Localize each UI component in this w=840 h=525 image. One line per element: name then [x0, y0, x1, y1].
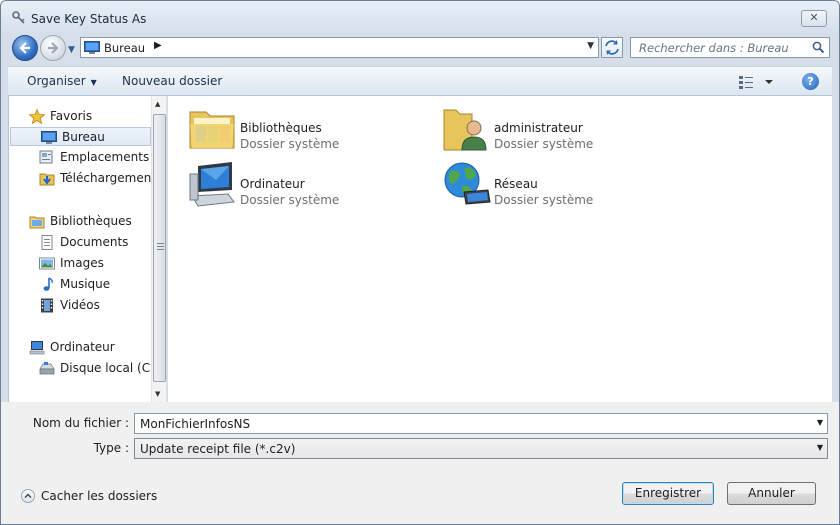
search-placeholder: Rechercher dans : Bureau — [639, 41, 789, 55]
search-icon[interactable] — [812, 41, 825, 54]
file-item-type: Dossier système — [240, 193, 340, 207]
organize-menu-button[interactable]: Organiser ▼ — [27, 74, 97, 88]
save-button[interactable]: Enregistrer — [622, 482, 714, 505]
file-item-name: administrateur — [494, 121, 583, 135]
sidebar-group-libraries[interactable]: Bibliothèques — [9, 212, 151, 231]
sidebar-item-label: Bureau — [62, 130, 105, 144]
save-form-panel: Nom du fichier : MonFichierInfosNS ▼ Typ… — [1, 402, 839, 524]
file-item-administrator[interactable]: administrateur Dossier système — [442, 104, 682, 154]
star-icon — [29, 109, 45, 124]
close-icon: ✕ — [809, 11, 819, 24]
recent-places-icon — [39, 150, 53, 164]
sidebar-item-pictures[interactable]: Images — [9, 254, 151, 273]
refresh-icon — [605, 40, 619, 55]
caret-down-icon: ▼ — [90, 78, 97, 87]
computer-icon — [29, 341, 45, 355]
libraries-icon — [29, 216, 45, 229]
videos-icon — [41, 298, 53, 313]
sidebar-item-videos[interactable]: Vidéos — [9, 296, 151, 315]
help-button[interactable]: ? — [802, 73, 819, 90]
breadcrumb-chevron-icon[interactable]: ▶ — [154, 40, 162, 51]
file-item-name: Ordinateur — [240, 177, 305, 191]
sidebar-item-label: Téléchargements — [60, 171, 151, 185]
sidebar-item-local-disk[interactable]: Disque local (C:) — [9, 359, 151, 378]
sidebar-item-recent-places[interactable]: Emplacements récents — [9, 148, 151, 167]
back-button[interactable] — [12, 35, 38, 61]
app-key-icon — [12, 11, 25, 24]
sidebar-group-label: Bibliothèques — [50, 214, 132, 228]
sidebar-item-label: Disque local (C:) — [60, 361, 151, 375]
title-bar: Save Key Status As ✕ — [1, 1, 839, 33]
pictures-icon — [39, 257, 55, 270]
sidebar-item-label: Musique — [60, 277, 111, 291]
file-item-network[interactable]: Réseau Dossier système — [442, 160, 682, 210]
scroll-down-arrow-icon[interactable]: ▼ — [155, 390, 160, 398]
computer-icon — [189, 162, 235, 207]
file-type-select[interactable]: Update receipt file (*.c2v) ▼ — [134, 438, 828, 459]
new-folder-button[interactable]: Nouveau dossier — [122, 74, 222, 88]
file-list-pane[interactable]: Bibliothèques Dossier système administra… — [167, 96, 832, 402]
sidebar-item-downloads[interactable]: Téléchargements — [9, 169, 151, 188]
sidebar-item-label: Images — [60, 256, 104, 270]
libraries-folder-icon — [189, 111, 235, 149]
desktop-icon — [84, 41, 100, 54]
file-item-name: Bibliothèques — [240, 121, 322, 135]
arrow-right-icon — [48, 42, 59, 54]
file-item-type: Dossier système — [494, 137, 594, 151]
file-item-name: Réseau — [494, 177, 538, 191]
filename-dropdown-icon[interactable]: ▼ — [817, 418, 823, 427]
local-disk-icon — [39, 362, 55, 375]
address-bar[interactable]: Bureau ▶ ▼ — [80, 37, 599, 58]
hide-folders-label: Cacher les dossiers — [41, 489, 158, 503]
sidebar-group-favorites[interactable]: Favoris — [9, 107, 151, 126]
navigation-pane: Favoris Bureau Emplacements récents Télé… — [8, 96, 166, 402]
sidebar-item-label: Documents — [60, 235, 129, 249]
scroll-up-arrow-icon[interactable]: ▲ — [155, 100, 160, 108]
forward-button[interactable] — [40, 35, 66, 61]
arrow-left-icon — [19, 42, 30, 54]
music-icon — [43, 277, 53, 291]
navigation-scrollbar[interactable]: ▲ ▼ — [151, 96, 166, 402]
close-button[interactable]: ✕ — [801, 10, 827, 27]
sidebar-group-label: Favoris — [50, 109, 93, 123]
sidebar-group-label: Ordinateur — [50, 340, 115, 354]
file-item-libraries[interactable]: Bibliothèques Dossier système — [188, 104, 428, 154]
organize-label: Organiser — [27, 74, 86, 88]
collapse-up-icon — [21, 489, 35, 503]
filename-field[interactable]: MonFichierInfosNS ▼ — [134, 413, 828, 434]
address-dropdown-icon[interactable]: ▼ — [587, 41, 594, 51]
address-location[interactable]: Bureau — [104, 41, 145, 55]
documents-icon — [41, 235, 53, 250]
file-item-computer[interactable]: Ordinateur Dossier système — [188, 160, 428, 210]
file-item-type: Dossier système — [240, 137, 340, 151]
history-dropdown-icon[interactable]: ▼ — [68, 45, 75, 55]
filename-label: Nom du fichier : — [32, 416, 129, 430]
file-type-dropdown-icon[interactable]: ▼ — [817, 443, 823, 452]
sidebar-item-label: Emplacements récents — [60, 150, 151, 164]
sidebar-item-desktop[interactable]: Bureau — [10, 127, 151, 146]
file-type-value: Update receipt file (*.c2v) — [140, 442, 296, 456]
file-type-label: Type : — [93, 441, 129, 455]
cancel-button[interactable]: Annuler — [727, 482, 816, 505]
network-globe-icon — [444, 162, 491, 205]
search-input[interactable]: Rechercher dans : Bureau — [630, 37, 830, 58]
filename-value[interactable]: MonFichierInfosNS — [140, 417, 250, 431]
save-as-dialog: Save Key Status As ✕ ▼ Bureau ▶ ▼ Recher — [0, 0, 840, 525]
file-item-type: Dossier système — [494, 193, 594, 207]
view-options-icon — [739, 76, 773, 89]
window-title: Save Key Status As — [31, 12, 147, 26]
downloads-icon — [39, 173, 55, 186]
user-folder-icon — [443, 109, 487, 151]
sidebar-item-music[interactable]: Musique — [9, 275, 151, 294]
refresh-button[interactable] — [601, 37, 623, 58]
scrollbar-thumb[interactable] — [153, 114, 166, 382]
change-view-button[interactable] — [739, 74, 775, 90]
sidebar-item-documents[interactable]: Documents — [9, 233, 151, 252]
scrollbar-grip-icon — [157, 243, 164, 252]
sidebar-group-computer[interactable]: Ordinateur — [9, 338, 151, 357]
command-toolbar: Organiser ▼ Nouveau dossier ? — [8, 66, 832, 96]
desktop-icon — [41, 131, 57, 144]
sidebar-item-label: Vidéos — [60, 298, 100, 312]
